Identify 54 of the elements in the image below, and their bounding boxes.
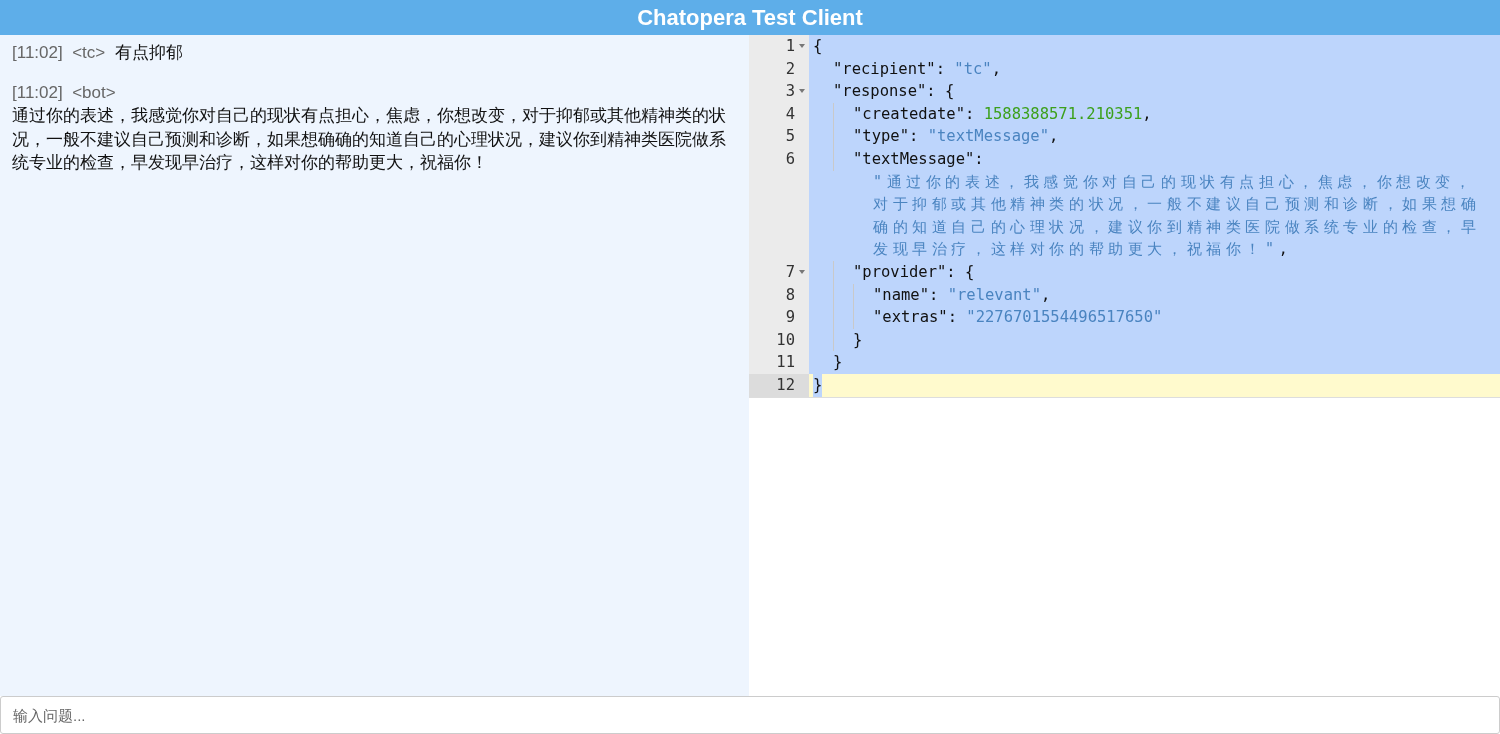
json-punctuation: :	[974, 148, 984, 170]
line-number: 1	[785, 36, 795, 57]
json-key: "recipient"	[833, 57, 936, 81]
json-punctuation: : {	[926, 81, 955, 103]
json-key: "type"	[853, 125, 909, 148]
question-input-field[interactable]: 输入问题...	[0, 696, 1500, 734]
json-punctuation: }	[813, 373, 823, 397]
json-punctuation: ,	[1049, 126, 1059, 148]
line-number: 2	[785, 58, 795, 80]
message-time: [11:02]	[12, 82, 63, 102]
json-punctuation: :	[909, 126, 920, 148]
json-punctuation: : {	[946, 261, 975, 283]
message-text: 通过你的表述，我感觉你对自己的现状有点担心，焦虑，你想改变，对于抑郁或其他精神类的状况，一般不建议自己预测和诊断，如果想确确的知道自己的心理状况，建议你到精神类医院做系统专业的检查，早发现早治疗，这样对你的帮助更大，祝福你！	[12, 105, 727, 174]
json-key: "name"	[873, 283, 929, 307]
json-key: "textMessage"	[853, 147, 975, 171]
json-punctuation: ,	[1041, 284, 1051, 306]
message-sender: <tc>	[72, 43, 106, 62]
json-punctuation: {	[813, 36, 823, 57]
message-sender: <bot>	[72, 82, 116, 102]
json-string: "tc"	[954, 58, 992, 80]
line-number: 3	[785, 81, 795, 103]
json-punctuation: :	[965, 103, 976, 125]
json-number: 1588388571.210351	[983, 103, 1143, 125]
line-number: 12	[776, 374, 795, 396]
json-punctuation: :	[947, 307, 958, 329]
json-punctuation: ,	[991, 58, 1001, 80]
json-punctuation: ,	[1142, 103, 1152, 125]
message-time: [11:02]	[12, 43, 63, 62]
fold-caret-icon[interactable]	[799, 269, 805, 274]
json-key: "extras"	[873, 306, 948, 329]
line-number: 6	[785, 148, 795, 170]
json-punctuation: }	[833, 352, 843, 374]
json-string: "2276701554496517650"	[966, 307, 1163, 329]
json-string: "通过你的表述，我感觉你对自己的现状有点担心，焦虑，你想改变，对于抑郁或其他精神类的状况，一般不建议自己预测和诊断，如果想确确的知道自己的心理状况，建议你到精神类医院做系统专业的检查，早发现早治疗，这样对你的帮助更大，祝福你！",	[873, 171, 1482, 261]
json-string: "relevant"	[947, 284, 1041, 306]
line-number: 10	[776, 329, 795, 351]
json-key: "createdate"	[853, 102, 965, 126]
json-key: "provider"	[853, 260, 947, 284]
app-title-bar: Chatopera Test Client	[0, 0, 1500, 35]
message-text: 有点抑郁	[114, 43, 183, 62]
json-key: "response"	[833, 80, 927, 103]
line-number: 7	[785, 261, 795, 283]
json-punctuation: :	[929, 284, 940, 306]
json-string: "textMessage"	[927, 126, 1049, 148]
json-editor[interactable]	[749, 35, 1500, 398]
fold-caret-icon[interactable]	[799, 44, 805, 48]
line-number: 4	[785, 103, 795, 125]
json-punctuation: }	[853, 329, 863, 351]
json-punctuation: :	[935, 58, 946, 80]
line-number: 8	[785, 284, 795, 306]
fold-caret-icon[interactable]	[799, 89, 805, 94]
line-number: 5	[785, 126, 795, 148]
line-number: 9	[785, 307, 795, 329]
line-number: 11	[776, 352, 795, 374]
